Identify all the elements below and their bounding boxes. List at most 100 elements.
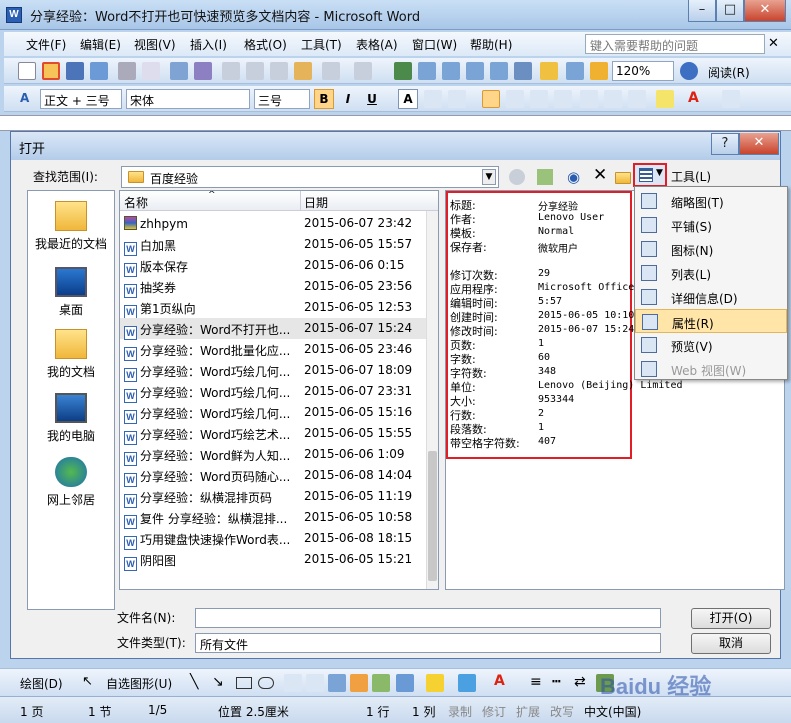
- spelling-icon[interactable]: [170, 62, 188, 80]
- status-record[interactable]: 录制: [448, 703, 472, 720]
- redo-icon[interactable]: [354, 62, 372, 80]
- place-desktop[interactable]: 桌面: [28, 267, 114, 318]
- numbering-icon[interactable]: [580, 90, 598, 108]
- draw-menu[interactable]: 绘图(D): [20, 675, 63, 692]
- char-scale-icon[interactable]: [448, 90, 466, 108]
- status-overtype[interactable]: 改写: [550, 703, 574, 720]
- open-button[interactable]: 打开(O): [691, 608, 771, 629]
- menu-window[interactable]: 窗口(W): [412, 36, 457, 53]
- file-row[interactable]: W 分享经验：Word鲜为人知... 2015-06-06 1:09: [120, 444, 426, 466]
- views-button[interactable]: ▼: [633, 163, 667, 187]
- bullets-icon[interactable]: [604, 90, 622, 108]
- new-icon[interactable]: [18, 62, 36, 80]
- permission-icon[interactable]: [90, 62, 108, 80]
- menu-help[interactable]: 帮助(H): [470, 36, 512, 53]
- arrow-icon[interactable]: ↘: [212, 674, 224, 690]
- maximize-button[interactable]: □: [716, 0, 744, 22]
- file-row[interactable]: W 第1页纵向 2015-06-05 12:53: [120, 297, 426, 319]
- search-web-icon[interactable]: ◉: [567, 168, 580, 186]
- wordart-icon[interactable]: [328, 674, 346, 692]
- views-menu-item[interactable]: 预览(V): [635, 333, 787, 357]
- char-border-button[interactable]: A: [398, 89, 418, 109]
- views-menu-item[interactable]: 列表(L): [635, 261, 787, 285]
- styles-icon[interactable]: A: [20, 91, 29, 105]
- read-button[interactable]: 阅读(R): [708, 64, 750, 81]
- bold-button[interactable]: B: [314, 89, 334, 109]
- vertical-scrollbar[interactable]: [426, 211, 438, 589]
- up-folder-icon[interactable]: [537, 169, 553, 185]
- columns-icon[interactable]: [490, 62, 508, 80]
- style-select[interactable]: 正文 + 三号: [40, 89, 122, 109]
- clip-art-icon[interactable]: [372, 674, 390, 692]
- insert-excel-icon[interactable]: [466, 62, 484, 80]
- print-icon[interactable]: [118, 62, 136, 80]
- file-list[interactable]: 名称 ^ 日期 zhhpym 2015-06-07 23:42 W 白加黑 2015-0…: [119, 190, 439, 590]
- vertical-textbox-icon[interactable]: [306, 674, 324, 692]
- hyperlink-icon[interactable]: [394, 62, 412, 80]
- copy-icon[interactable]: [246, 62, 264, 80]
- diagram-icon[interactable]: [350, 674, 368, 692]
- file-row[interactable]: W 分享经验：Word页码随心... 2015-06-08 14:04: [120, 465, 426, 487]
- filename-input[interactable]: [195, 608, 661, 628]
- views-menu-item[interactable]: 属性(R): [635, 309, 787, 333]
- line-icon[interactable]: ╲: [190, 674, 198, 690]
- arrow-style-icon[interactable]: ⇄: [574, 674, 586, 690]
- drawing-icon[interactable]: [514, 62, 532, 80]
- column-date[interactable]: 日期: [304, 194, 328, 211]
- line-color-icon[interactable]: [458, 674, 476, 692]
- back-icon[interactable]: [509, 169, 525, 185]
- file-row[interactable]: W 版本保存 2015-06-06 0:15: [120, 255, 426, 277]
- open-icon[interactable]: [42, 62, 60, 80]
- column-divider[interactable]: [300, 191, 301, 211]
- menu-file[interactable]: 文件(F): [26, 36, 66, 53]
- picture-icon[interactable]: [396, 674, 414, 692]
- draw-font-color-icon[interactable]: A: [494, 673, 505, 689]
- menu-edit[interactable]: 编辑(E): [80, 36, 121, 53]
- file-row[interactable]: W 分享经验：Word不打开也... 2015-06-07 15:24: [120, 318, 426, 340]
- zoom-select[interactable]: 120%: [612, 61, 674, 81]
- autoshapes-menu[interactable]: 自选图形(U): [106, 675, 172, 692]
- filetype-select[interactable]: 所有文件: [195, 633, 661, 653]
- undo-icon[interactable]: [322, 62, 340, 80]
- textbox-icon[interactable]: [284, 674, 302, 692]
- font-size-select[interactable]: 三号: [254, 89, 310, 109]
- underline-button[interactable]: U: [362, 89, 382, 109]
- lookin-select[interactable]: 百度经验 ▼: [121, 166, 499, 188]
- menu-insert[interactable]: 插入(I): [190, 36, 227, 53]
- paste-icon[interactable]: [270, 62, 288, 80]
- menu-tools[interactable]: 工具(T): [301, 36, 342, 53]
- close-doc-icon[interactable]: ✕: [768, 36, 779, 51]
- tools-menu[interactable]: 工具(L): [671, 168, 711, 185]
- file-row[interactable]: W 白加黑 2015-06-05 15:57: [120, 234, 426, 256]
- italic-button[interactable]: I: [338, 89, 358, 109]
- save-icon[interactable]: [66, 62, 84, 80]
- char-shading-icon[interactable]: [424, 90, 442, 108]
- minimize-button[interactable]: –: [688, 0, 716, 22]
- select-objects-icon[interactable]: ↖: [82, 674, 93, 689]
- cut-icon[interactable]: [222, 62, 240, 80]
- align-center-icon[interactable]: [506, 90, 524, 108]
- views-menu-item[interactable]: 图标(N): [635, 237, 787, 261]
- file-row[interactable]: W 抽奖券 2015-06-05 23:56: [120, 276, 426, 298]
- highlight-icon[interactable]: [656, 90, 674, 108]
- file-row[interactable]: W 分享经验：Word巧绘几何... 2015-06-07 23:31: [120, 381, 426, 403]
- views-menu-item[interactable]: 平铺(S): [635, 213, 787, 237]
- status-extend[interactable]: 扩展: [516, 703, 540, 720]
- status-track[interactable]: 修订: [482, 703, 506, 720]
- views-menu-item[interactable]: 详细信息(D): [635, 285, 787, 309]
- file-row[interactable]: W 分享经验：Word巧绘艺术... 2015-06-05 15:55: [120, 423, 426, 445]
- place-recent[interactable]: 我最近的文档: [28, 201, 114, 252]
- dialog-close-button[interactable]: ✕: [739, 133, 779, 155]
- menu-table[interactable]: 表格(A): [356, 36, 398, 53]
- distributed-icon[interactable]: [554, 90, 572, 108]
- print-preview-icon[interactable]: [142, 62, 160, 80]
- delete-icon[interactable]: ✕: [593, 165, 607, 185]
- phonetic-guide-icon[interactable]: [722, 90, 740, 108]
- scrollbar-thumb[interactable]: [428, 451, 437, 581]
- close-button[interactable]: ✕: [744, 0, 786, 22]
- format-painter-icon[interactable]: [294, 62, 312, 80]
- help-icon[interactable]: [680, 62, 698, 80]
- file-row[interactable]: W 巧用键盘快速操作Word表... 2015-06-08 18:15: [120, 528, 426, 550]
- menu-format[interactable]: 格式(O): [244, 36, 287, 53]
- rectangle-icon[interactable]: [236, 677, 252, 689]
